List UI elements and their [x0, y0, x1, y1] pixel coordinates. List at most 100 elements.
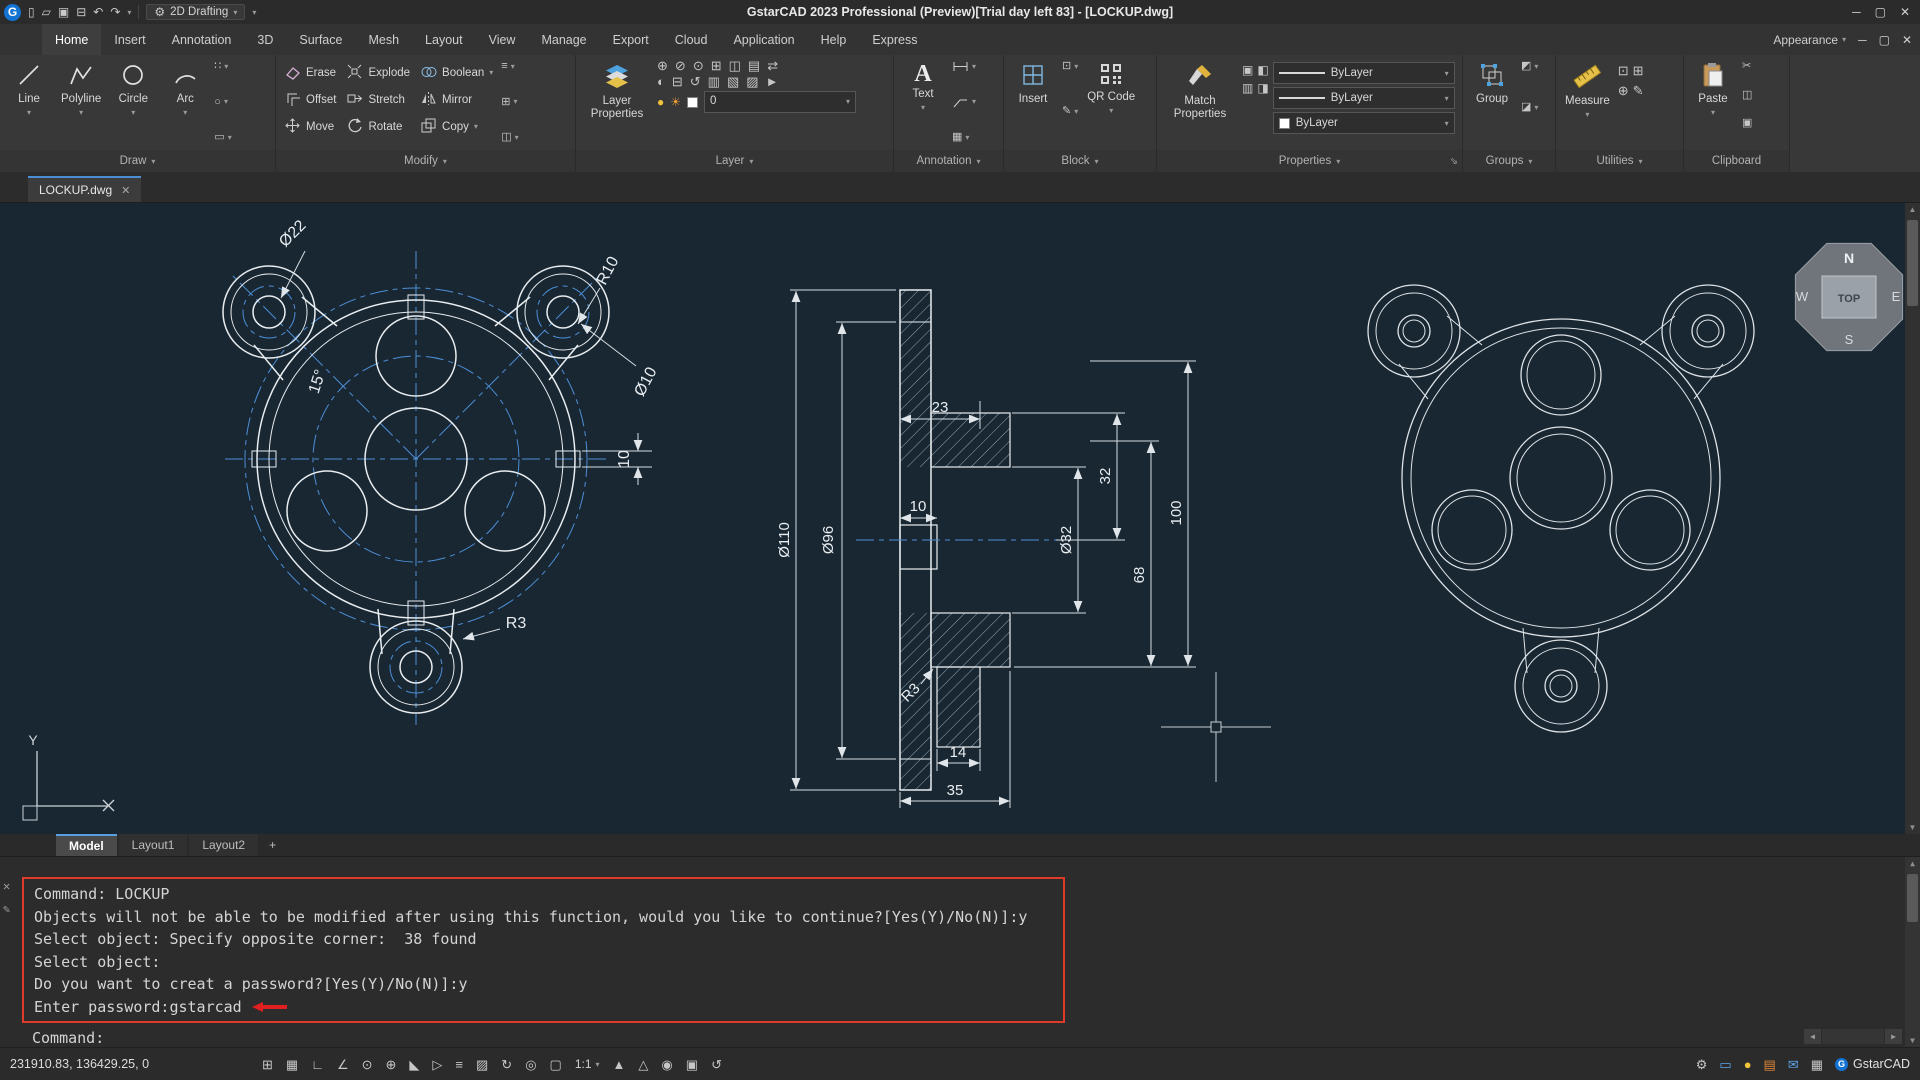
panel-label-modify[interactable]: Modify▾: [276, 150, 575, 172]
text-tool[interactable]: A Text▾: [899, 59, 947, 115]
scroll-thumb[interactable]: [1907, 220, 1918, 306]
bulb-icon[interactable]: ●: [1744, 1058, 1752, 1071]
scroll-down-icon[interactable]: ▼: [1909, 823, 1917, 832]
arc-tool[interactable]: Arc▾: [161, 59, 209, 120]
layer-thaw-icon[interactable]: ☀: [670, 96, 681, 108]
tab-mesh[interactable]: Mesh: [355, 24, 412, 55]
doc-close-button[interactable]: ✕: [1902, 33, 1912, 47]
redo-icon[interactable]: ↷: [110, 6, 120, 18]
dynamic-input-icon[interactable]: ▷: [432, 1058, 442, 1071]
tab-export[interactable]: Export: [600, 24, 662, 55]
panel-label-groups[interactable]: Groups▾: [1463, 150, 1555, 172]
clean-screen-icon[interactable]: ▣: [686, 1058, 698, 1071]
layer-tool-icon[interactable]: ▤: [748, 59, 760, 72]
quick-select-tool[interactable]: ⊡: [1618, 63, 1629, 79]
edit-block-tool[interactable]: ✎ ▾: [1062, 106, 1078, 117]
layer-tool-icon[interactable]: ⊕: [657, 59, 668, 72]
layer-tool-icon[interactable]: ▧: [727, 75, 739, 88]
add-layout-button[interactable]: +: [260, 834, 285, 856]
trim-tool[interactable]: ◫ ▾: [501, 132, 518, 143]
sheet-icon[interactable]: ▤: [1764, 1058, 1776, 1071]
layer-color-swatch[interactable]: [687, 97, 698, 108]
canvas-scrollbar[interactable]: ▲ ▼: [1905, 203, 1920, 834]
tab-home[interactable]: Home: [42, 24, 101, 55]
ducs-icon[interactable]: ◣: [409, 1058, 419, 1071]
panel-label-draw[interactable]: Draw▾: [0, 150, 275, 172]
snap-icon[interactable]: ⊞: [262, 1058, 273, 1071]
properties-tool-icon[interactable]: ▥: [1242, 81, 1253, 95]
minimize-button[interactable]: ─: [1852, 5, 1861, 19]
tab-application[interactable]: Application: [720, 24, 807, 55]
stretch-tool[interactable]: Stretch: [343, 86, 413, 113]
cut-tool[interactable]: ✂: [1742, 61, 1752, 72]
viewcube[interactable]: TOP N S W E: [1795, 243, 1902, 350]
viewcube-east[interactable]: E: [1892, 289, 1901, 304]
annotation-autoscale-icon[interactable]: △: [638, 1058, 648, 1071]
dimension-tool[interactable]: ▾: [952, 61, 976, 72]
ellipse-tool[interactable]: ○ ▾: [214, 97, 231, 108]
layer-tool-icon[interactable]: ↺: [690, 75, 701, 88]
document-tab-lockup[interactable]: LOCKUP.dwg ✕: [28, 176, 141, 202]
scroll-up-icon[interactable]: ▲: [1909, 205, 1917, 214]
pan-icon[interactable]: ▢: [550, 1058, 562, 1071]
match-properties-button[interactable]: Match Properties: [1162, 59, 1238, 124]
quick-calc-tool[interactable]: ⊞: [1633, 63, 1644, 79]
edit-command-icon[interactable]: ✎: [3, 902, 10, 916]
annotation-scale-control[interactable]: 1:1▾: [575, 1057, 600, 1071]
offset-tool[interactable]: Offset: [281, 86, 339, 113]
paste-special-tool[interactable]: ▣: [1742, 118, 1752, 129]
layer-tool-icon[interactable]: ⊙: [693, 59, 704, 72]
isolate-objects-icon[interactable]: ◉: [661, 1058, 672, 1071]
open-file-icon[interactable]: ▱: [42, 6, 51, 18]
layer-tool-icon[interactable]: ▥: [708, 75, 720, 88]
polyline-tool[interactable]: Polyline▾: [57, 59, 105, 120]
copy-tool[interactable]: Copy▾: [417, 113, 496, 140]
layer-tool-icon[interactable]: ⇄: [767, 59, 778, 72]
transparency-icon[interactable]: ▨: [476, 1058, 488, 1071]
tab-insert[interactable]: Insert: [101, 24, 158, 55]
layer-dropdown[interactable]: 0 ▾: [704, 91, 856, 113]
selection-cycling-icon[interactable]: ↻: [501, 1058, 512, 1071]
measure-button[interactable]: Measure▾: [1561, 59, 1614, 122]
group-edit-tool[interactable]: ◪ ▾: [1521, 102, 1538, 113]
appearance-menu[interactable]: Appearance▾: [1773, 33, 1846, 47]
refresh-icon[interactable]: ↺: [711, 1058, 722, 1071]
rotate-tool[interactable]: Rotate: [343, 113, 413, 140]
qat-dropdown-icon[interactable]: ▾: [127, 8, 131, 17]
scroll-right-icon[interactable]: ▶: [1885, 1029, 1902, 1044]
create-block-tool[interactable]: ⊡ ▾: [1062, 61, 1078, 72]
tab-3d[interactable]: 3D: [244, 24, 286, 55]
leader-tool[interactable]: ▾: [952, 97, 976, 108]
lineweight-dropdown[interactable]: ByLayer▾: [1273, 62, 1455, 84]
new-file-icon[interactable]: ▯: [28, 6, 35, 18]
id-point-tool[interactable]: ⊕: [1618, 83, 1629, 99]
plot-icon[interactable]: ⊟: [76, 6, 86, 18]
gear-icon[interactable]: ⚙: [1696, 1058, 1708, 1071]
scroll-left-icon[interactable]: ◀: [1804, 1029, 1821, 1044]
dialog-launcher-icon[interactable]: ⇘: [1450, 156, 1458, 167]
layer-tool-icon[interactable]: ⊟: [672, 75, 683, 88]
layer-tool-icon[interactable]: ⊘: [675, 59, 686, 72]
linetype-dropdown[interactable]: ByLayer▾: [1273, 87, 1455, 109]
toolbar-more-icon[interactable]: ▾: [252, 8, 256, 17]
doc-restore-button[interactable]: ▢: [1879, 33, 1890, 47]
array-tool[interactable]: ⊞ ▾: [501, 97, 518, 108]
copy-clip-tool[interactable]: ◫: [1742, 90, 1752, 101]
properties-tool-icon[interactable]: ◧: [1257, 63, 1268, 77]
boolean-tool[interactable]: Boolean▾: [417, 59, 496, 86]
layer-tool-icon[interactable]: ▨: [746, 75, 758, 88]
paste-button[interactable]: Paste▾: [1689, 59, 1737, 120]
ungroup-tool[interactable]: ◩ ▾: [1521, 61, 1538, 72]
fillet-tool[interactable]: ≡ ▾: [501, 61, 518, 72]
erase-tool[interactable]: Erase: [281, 59, 339, 86]
workspace-selector[interactable]: ⚙ 2D Drafting ▾: [146, 4, 245, 20]
drawing-area[interactable]: Ø22 R10 Ø10 15° 10 R3: [0, 203, 1920, 834]
panel-label-properties[interactable]: Properties▾ ⇘: [1157, 150, 1462, 172]
doc-minimize-button[interactable]: ─: [1858, 33, 1867, 47]
layer-tool-icon[interactable]: ⊞: [711, 59, 722, 72]
point-tool[interactable]: ∷ ▾: [214, 61, 231, 72]
layer-tool-icon[interactable]: ►: [766, 75, 779, 88]
panel-label-utilities[interactable]: Utilities▾: [1556, 150, 1683, 172]
command-input[interactable]: Command:: [32, 1027, 104, 1049]
panel-label-clipboard[interactable]: Clipboard: [1684, 150, 1789, 172]
